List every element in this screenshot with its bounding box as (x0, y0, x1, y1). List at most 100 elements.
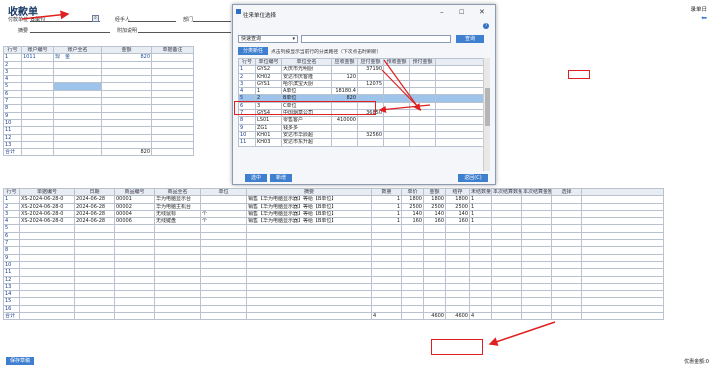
empty-cell[interactable] (551, 297, 582, 306)
empty-cell[interactable] (491, 239, 522, 248)
receivable-cell[interactable] (331, 123, 358, 132)
empty-cell[interactable] (469, 297, 492, 306)
empty-cell[interactable] (74, 282, 115, 292)
partner-row[interactable]: 1 GYS2 大庆市光明厨 37190 (238, 65, 484, 74)
table-row[interactable]: 3 (3, 67, 194, 77)
empty-cell[interactable] (114, 231, 155, 241)
note-cell[interactable] (151, 111, 194, 120)
unit-cell[interactable] (200, 195, 247, 204)
amount-cell[interactable] (101, 118, 152, 128)
empty-cell[interactable] (114, 275, 155, 284)
qty-cell[interactable]: 1 (371, 209, 402, 219)
product-code-cell[interactable]: 00002 (114, 202, 155, 211)
balance-cell[interactable]: 160 (445, 217, 470, 226)
empty-cell[interactable] (154, 239, 201, 248)
amount-cell[interactable] (101, 97, 152, 106)
empty-cell[interactable] (581, 297, 664, 306)
empty-cell[interactable] (581, 253, 664, 262)
empty-cell[interactable] (401, 304, 424, 314)
summary-cell[interactable]: 销售【华为电脑显示器】等给【B单位】 (246, 195, 372, 204)
back-button[interactable]: 返回(C) (458, 174, 488, 182)
amount-cell[interactable] (101, 140, 152, 150)
empty-cell[interactable] (200, 297, 247, 306)
empty-cell[interactable] (581, 224, 664, 233)
empty-cell[interactable] (19, 268, 75, 277)
settle-amt-cell[interactable] (521, 195, 552, 204)
note-cell[interactable] (151, 82, 194, 91)
search-input[interactable] (301, 35, 451, 43)
account-name-cell[interactable] (53, 67, 102, 77)
empty-cell[interactable] (371, 282, 402, 292)
bill-no-cell[interactable]: XS-2024-06-28-0 (19, 209, 75, 219)
empty-cell[interactable] (423, 290, 446, 299)
receivable-cell[interactable]: 410000 (331, 116, 358, 125)
account-name-cell[interactable] (53, 104, 102, 113)
search-icon[interactable]: ⌕ (92, 15, 99, 22)
table-row[interactable]: 8 (3, 246, 664, 255)
empty-cell[interactable] (521, 253, 552, 262)
price-cell[interactable]: 140 (401, 209, 424, 219)
empty-cell[interactable] (469, 268, 492, 277)
receivable-cell[interactable]: 18180.4 (331, 87, 358, 96)
empty-cell[interactable] (19, 253, 75, 262)
partner-code-cell[interactable]: KH01 (255, 130, 282, 140)
empty-cell[interactable] (246, 282, 372, 292)
payable-cell[interactable] (357, 116, 384, 125)
empty-cell[interactable] (246, 290, 372, 299)
empty-cell[interactable] (246, 224, 372, 233)
empty-cell[interactable] (423, 224, 446, 233)
table-row[interactable]: 13 (3, 282, 664, 292)
prepaid-recv-cell[interactable] (383, 116, 410, 125)
empty-cell[interactable] (74, 297, 115, 306)
account-name-cell[interactable] (53, 118, 102, 128)
empty-cell[interactable] (19, 231, 75, 241)
empty-cell[interactable] (154, 268, 201, 277)
empty-cell[interactable] (423, 297, 446, 306)
empty-cell[interactable] (200, 268, 247, 277)
prepaid-pay-cell[interactable] (409, 94, 436, 103)
empty-cell[interactable] (154, 224, 201, 233)
empty-cell[interactable] (401, 253, 424, 262)
empty-cell[interactable] (154, 275, 201, 284)
empty-cell[interactable] (521, 260, 552, 270)
query-button[interactable]: 查询 (456, 35, 484, 43)
table-row[interactable]: 7 (3, 97, 194, 106)
empty-cell[interactable] (19, 224, 75, 233)
empty-cell[interactable] (371, 290, 402, 299)
product-code-cell[interactable]: 00006 (114, 217, 155, 226)
empty-cell[interactable] (423, 231, 446, 241)
prepaid-recv-cell[interactable] (383, 101, 410, 111)
settle-amt-cell[interactable] (521, 209, 552, 219)
empty-cell[interactable] (491, 246, 522, 255)
empty-cell[interactable] (246, 246, 372, 255)
select-cell[interactable] (551, 202, 582, 211)
partner-name-cell[interactable]: 安达市华辰超 (281, 130, 332, 140)
empty-cell[interactable] (246, 268, 372, 277)
empty-cell[interactable] (74, 224, 115, 233)
empty-cell[interactable] (19, 260, 75, 270)
empty-cell[interactable] (521, 268, 552, 277)
maximize-icon[interactable]: ☐ (459, 9, 464, 16)
account-name-cell[interactable] (53, 126, 102, 135)
empty-cell[interactable] (200, 290, 247, 299)
table-row[interactable]: 9 (3, 111, 194, 120)
product-name-cell[interactable]: 华为电脑主机台 (154, 202, 201, 211)
account-code-cell[interactable] (21, 111, 54, 120)
prepaid-recv-cell[interactable] (383, 65, 410, 74)
empty-cell[interactable] (74, 239, 115, 248)
amount-cell[interactable]: 2500 (423, 202, 446, 211)
empty-cell[interactable] (114, 239, 155, 248)
account-code-cell[interactable] (21, 97, 54, 106)
table-row[interactable]: 2 XS-2024-06-28-0 2024-06-28 00002 华为电脑主机台 销售… (3, 202, 664, 211)
balance-cell[interactable]: 140 (445, 209, 470, 219)
empty-cell[interactable] (469, 282, 492, 292)
prepaid-recv-cell[interactable] (383, 79, 410, 89)
empty-cell[interactable] (521, 282, 552, 292)
balance-cell[interactable]: 1800 (445, 195, 470, 204)
empty-cell[interactable] (246, 253, 372, 262)
partner-code-cell[interactable]: ZG1 (255, 123, 282, 132)
partner-name-cell[interactable]: 大庆市光明厨 (281, 65, 332, 74)
note-cell[interactable] (151, 140, 194, 150)
account-name-cell[interactable] (53, 97, 102, 106)
account-code-cell[interactable] (21, 140, 54, 150)
